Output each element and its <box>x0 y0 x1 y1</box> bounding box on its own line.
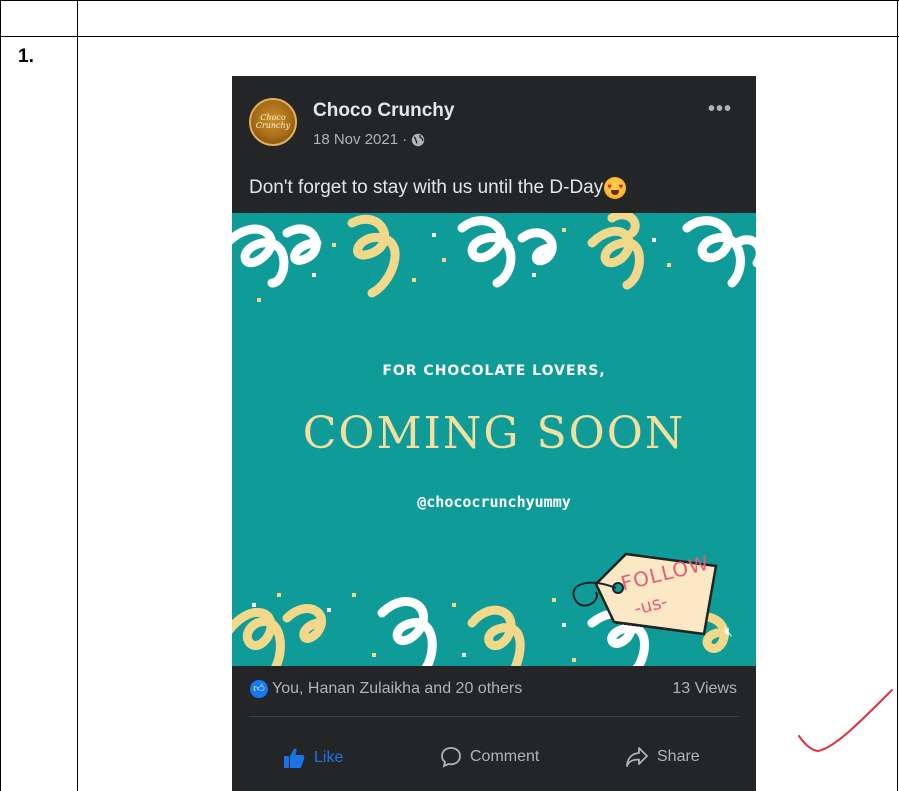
share-icon <box>626 747 648 767</box>
post-date[interactable]: 18 Nov 2021 · <box>313 131 407 148</box>
reaction-summary[interactable]: You, Hanan Zulaikha and 20 others <box>272 680 522 698</box>
table-border-top <box>0 0 899 1</box>
action-divider <box>249 716 739 717</box>
globe-icon <box>412 133 425 146</box>
reaction-bar: 👍︎ You, Hanan Zulaikha and 20 others 13 … <box>232 666 756 716</box>
more-options-icon[interactable]: ••• <box>708 99 732 119</box>
share-label: Share <box>657 748 700 765</box>
comment-button[interactable]: Comment <box>440 746 539 768</box>
heart-eyes-emoji-icon: ♥ ♥ <box>604 177 627 199</box>
facebook-post: Choco Crunchy Choco Crunchy 18 Nov 2021 … <box>232 76 756 791</box>
share-button[interactable]: Share <box>625 746 700 768</box>
checkmark-icon <box>798 689 893 753</box>
table-border-header <box>0 36 899 37</box>
table-border-left <box>0 0 1 791</box>
post-image[interactable]: FOR CHOCOLATE LOVERS, COMING SOON @choco… <box>232 213 756 666</box>
like-reaction-icon: 👍︎ <box>250 680 268 698</box>
avatar[interactable]: Choco Crunchy <box>249 98 297 146</box>
caption-text: Don't forget to stay with us until the D… <box>249 177 604 198</box>
post-meta: 18 Nov 2021 · <box>313 131 425 148</box>
comment-label: Comment <box>470 748 540 765</box>
page-name[interactable]: Choco Crunchy <box>313 100 454 122</box>
thumbs-up-icon <box>284 748 305 768</box>
image-handle: @chococrunchyummy <box>417 493 571 511</box>
action-bar: Like Comment Share <box>232 736 756 784</box>
mute-icon[interactable]: 🔇︎ <box>724 623 733 640</box>
like-label: Like <box>314 749 344 766</box>
like-button[interactable]: Like <box>282 746 343 770</box>
row-number: 1. <box>18 46 34 67</box>
table-border-right <box>897 0 898 791</box>
image-subtitle: FOR CHOCOLATE LOVERS, <box>382 363 606 379</box>
post-caption: Don't forget to stay with us until the D… <box>249 177 627 199</box>
comment-icon <box>441 747 461 768</box>
image-title: COMING SOON <box>302 408 686 459</box>
views-count: 13 Views <box>672 680 737 697</box>
avatar-logo-text: Choco Crunchy <box>255 113 291 130</box>
table-column-divider <box>77 0 78 791</box>
post-header: Choco Crunchy Choco Crunchy 18 Nov 2021 … <box>232 76 756 166</box>
